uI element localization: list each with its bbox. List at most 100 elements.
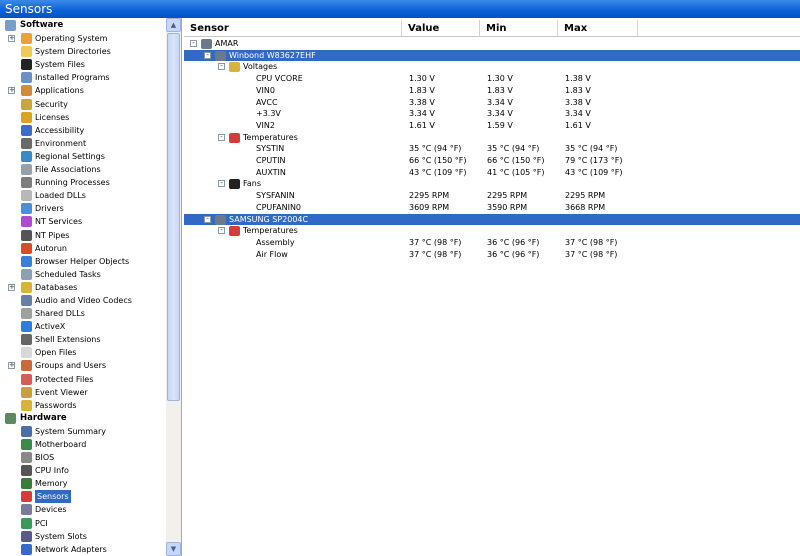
scroll-down-button[interactable]: ▼ bbox=[166, 542, 181, 556]
tree-item-open-files[interactable]: Open Files bbox=[0, 346, 166, 359]
tree-item-passwords[interactable]: Passwords bbox=[0, 399, 166, 412]
tree-item-system-summary[interactable]: System Summary bbox=[0, 425, 166, 438]
sensor-group-row[interactable]: - SAMSUNG SP2004C bbox=[184, 213, 800, 226]
tree-item-nt-services[interactable]: NT Services bbox=[0, 215, 166, 228]
tree-item-databases[interactable]: + Databases bbox=[0, 281, 166, 294]
sensor-row[interactable]: VIN0 1.83 V 1.83 V 1.83 V bbox=[184, 85, 800, 97]
collapse-toggle[interactable]: - bbox=[218, 63, 225, 71]
tree-group-hardware[interactable]: Hardware bbox=[0, 412, 166, 425]
column-sensor[interactable]: Sensor bbox=[184, 20, 402, 37]
accessibility-icon bbox=[21, 124, 32, 136]
tree-item-event-viewer[interactable]: Event Viewer bbox=[0, 386, 166, 399]
tree-item-drivers[interactable]: Drivers bbox=[0, 202, 166, 215]
sensor-group-row[interactable]: - Winbond W83627EHF bbox=[184, 49, 800, 62]
sensor-group-row[interactable]: - Voltages bbox=[184, 61, 800, 73]
sensor-group-row[interactable]: - Fans bbox=[184, 178, 800, 190]
sensor-name: CPU VCORE bbox=[256, 74, 303, 84]
tree-item-label: Applications bbox=[35, 86, 84, 96]
tree-item-network-adapters[interactable]: Network Adapters bbox=[0, 543, 166, 556]
tree-group-software[interactable]: Software bbox=[0, 19, 166, 32]
tree-item-installed-programs[interactable]: Installed Programs bbox=[0, 71, 166, 84]
scroll-up-button[interactable]: ▲ bbox=[166, 18, 181, 32]
collapse-toggle[interactable]: - bbox=[190, 40, 197, 47]
expand-toggle[interactable]: + bbox=[8, 87, 15, 95]
sensor-group-row[interactable]: - Temperatures bbox=[184, 132, 800, 144]
tree-item-shell-extensions[interactable]: Shell Extensions bbox=[0, 333, 166, 346]
tree-scrollbar[interactable]: ▲ ▼ bbox=[166, 18, 181, 556]
collapse-toggle[interactable]: - bbox=[204, 215, 211, 223]
sensor-group-row[interactable]: - AMAR bbox=[184, 38, 800, 50]
sensor-row[interactable]: CPUTIN 66 °C (150 °F) 66 °C (150 °F) 79 °C … bbox=[184, 155, 800, 167]
tree-item-system-directories[interactable]: System Directories bbox=[0, 45, 166, 58]
column-max[interactable]: Max bbox=[558, 20, 638, 37]
collapse-toggle[interactable]: - bbox=[218, 180, 225, 188]
collapse-toggle[interactable]: - bbox=[204, 51, 211, 59]
column-header: Sensor Value Min Max bbox=[184, 20, 800, 37]
expand-toggle[interactable]: + bbox=[8, 362, 15, 370]
tree-item-environment[interactable]: Environment bbox=[0, 137, 166, 150]
collapse-toggle[interactable]: - bbox=[218, 227, 225, 235]
sensor-name: SAMSUNG SP2004C bbox=[229, 214, 309, 224]
tree-item-groups-and-users[interactable]: + Groups and Users bbox=[0, 359, 166, 372]
sensor-group-row[interactable]: - Temperatures bbox=[184, 225, 800, 237]
sensor-min: 3590 RPM bbox=[487, 202, 528, 212]
column-min[interactable]: Min bbox=[480, 20, 558, 37]
key-icon bbox=[21, 399, 32, 411]
tree-item-loaded-dlls[interactable]: Loaded DLLs bbox=[0, 189, 166, 202]
tree-item-accessibility[interactable]: Accessibility bbox=[0, 124, 166, 137]
sensor-value: 2295 RPM bbox=[409, 191, 450, 201]
tree-item-system-files[interactable]: System Files bbox=[0, 58, 166, 71]
collapse-toggle[interactable]: - bbox=[218, 133, 225, 141]
tree-item-file-associations[interactable]: File Associations bbox=[0, 163, 166, 176]
tree-item-running-processes[interactable]: Running Processes bbox=[0, 176, 166, 189]
tree-item-system-slots[interactable]: System Slots bbox=[0, 530, 166, 543]
tree-item-label: Shared DLLs bbox=[35, 309, 85, 319]
tree-item-label: Accessibility bbox=[35, 125, 85, 135]
autorun-icon bbox=[21, 242, 32, 254]
tree-item-audio-and-video-codecs[interactable]: Audio and Video Codecs bbox=[0, 294, 166, 307]
tree-item-activex[interactable]: ActiveX bbox=[0, 320, 166, 333]
tree-item-label: Groups and Users bbox=[35, 361, 107, 371]
globe-icon bbox=[21, 150, 32, 162]
tree-item-security[interactable]: Security bbox=[0, 98, 166, 111]
tree-item-sensors[interactable]: Sensors bbox=[0, 490, 166, 504]
sensor-row[interactable]: AUXTIN 43 °C (109 °F) 41 °C (105 °F) 43 °C … bbox=[184, 167, 800, 179]
tree-item-licenses[interactable]: Licenses bbox=[0, 111, 166, 124]
tree-item-devices[interactable]: Devices bbox=[0, 503, 166, 516]
sensor-row[interactable]: CPUFANIN0 3609 RPM 3590 RPM 3668 RPM bbox=[184, 202, 800, 214]
sensor-row[interactable]: Air Flow 37 °C (98 °F) 36 °C (96 °F) 37 °C … bbox=[184, 249, 800, 261]
sensor-row[interactable]: CPU VCORE 1.30 V 1.30 V 1.38 V bbox=[184, 73, 800, 85]
tree-item-cpu-info[interactable]: CPU Info bbox=[0, 464, 166, 477]
sensor-name: Assembly bbox=[256, 237, 295, 247]
sensor-row[interactable]: +3.3V 3.34 V 3.34 V 3.34 V bbox=[184, 108, 800, 120]
tree-item-operating-system[interactable]: + Operating System bbox=[0, 32, 166, 45]
expand-toggle[interactable]: + bbox=[8, 35, 15, 43]
tree-item-shared-dlls[interactable]: Shared DLLs bbox=[0, 307, 166, 320]
sensor-row[interactable]: Assembly 37 °C (98 °F) 36 °C (96 °F) 37 °C … bbox=[184, 237, 800, 249]
tree-item-regional-settings[interactable]: Regional Settings bbox=[0, 150, 166, 163]
tree-item-motherboard[interactable]: Motherboard bbox=[0, 438, 166, 451]
tree-item-autorun[interactable]: Autorun bbox=[0, 242, 166, 255]
tree-item-bios[interactable]: BIOS bbox=[0, 451, 166, 464]
tree-item-scheduled-tasks[interactable]: Scheduled Tasks bbox=[0, 268, 166, 281]
tree-item-memory[interactable]: Memory bbox=[0, 477, 166, 490]
tree-item-label: PCI bbox=[35, 518, 48, 528]
file-icon bbox=[21, 347, 32, 359]
sensor-row[interactable]: SYSFANIN 2295 RPM 2295 RPM 2295 RPM bbox=[184, 190, 800, 202]
tree-item-label: Running Processes bbox=[35, 178, 110, 188]
scroll-thumb[interactable] bbox=[167, 33, 180, 401]
tree-item-browser-helper-objects[interactable]: Browser Helper Objects bbox=[0, 255, 166, 268]
sensor-max: 1.83 V bbox=[565, 85, 591, 95]
clock-icon bbox=[21, 268, 32, 280]
column-value[interactable]: Value bbox=[402, 20, 480, 37]
thermometer-icon bbox=[229, 132, 240, 143]
sensor-row[interactable]: VIN2 1.61 V 1.59 V 1.61 V bbox=[184, 120, 800, 132]
sensor-row[interactable]: SYSTIN 35 °C (94 °F) 35 °C (94 °F) 35 °C (9… bbox=[184, 143, 800, 155]
shared-dll-icon bbox=[21, 308, 32, 320]
expand-toggle[interactable]: + bbox=[8, 283, 15, 291]
tree-item-nt-pipes[interactable]: NT Pipes bbox=[0, 229, 166, 242]
tree-item-protected-files[interactable]: Protected Files bbox=[0, 373, 166, 386]
sensor-row[interactable]: AVCC 3.38 V 3.34 V 3.38 V bbox=[184, 97, 800, 109]
tree-item-applications[interactable]: + Applications bbox=[0, 84, 166, 97]
tree-item-pci[interactable]: PCI bbox=[0, 517, 166, 530]
